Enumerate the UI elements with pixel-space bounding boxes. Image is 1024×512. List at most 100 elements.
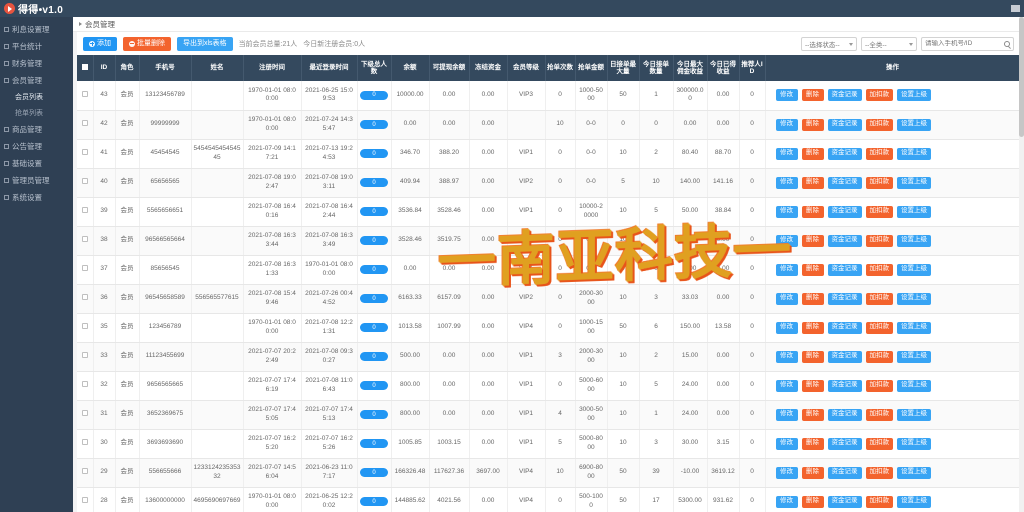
- set-parent-button[interactable]: 设置上级: [897, 466, 931, 479]
- type-select[interactable]: --全类--: [861, 36, 917, 51]
- row-checkbox-cell[interactable]: [77, 371, 94, 401]
- sidebar-item-finance[interactable]: 财务管理: [0, 55, 73, 72]
- sidebar-item-announcement[interactable]: 公告管理: [0, 138, 73, 155]
- adjust-balance-button[interactable]: 加扣款: [865, 118, 893, 131]
- row-checkbox-cell[interactable]: [77, 313, 94, 343]
- row-checkbox-cell[interactable]: [77, 487, 94, 512]
- adjust-balance-button[interactable]: 加扣款: [865, 205, 893, 218]
- sidebar-item-grab-list[interactable]: 抢单列表: [0, 105, 73, 121]
- sidebar-item-product[interactable]: 商品管理: [0, 121, 73, 138]
- search-box[interactable]: [921, 36, 1014, 51]
- adjust-balance-button[interactable]: 加扣款: [865, 234, 893, 247]
- adjust-balance-button[interactable]: 加扣款: [865, 321, 893, 334]
- sidebar-item-interest[interactable]: 利息设置理: [0, 21, 73, 38]
- export-xls-button[interactable]: 导出到xls表格: [177, 36, 233, 51]
- search-input[interactable]: [925, 40, 1003, 47]
- delete-button[interactable]: 删除: [801, 495, 824, 508]
- delete-button[interactable]: 删除: [801, 176, 824, 189]
- row-checkbox[interactable]: [81, 351, 88, 358]
- adjust-balance-button[interactable]: 加扣款: [865, 379, 893, 392]
- edit-button[interactable]: 修改: [775, 321, 798, 334]
- row-checkbox[interactable]: [81, 496, 88, 503]
- delete-button[interactable]: 删除: [801, 205, 824, 218]
- row-checkbox-cell[interactable]: [77, 458, 94, 488]
- set-parent-button[interactable]: 设置上级: [897, 321, 931, 334]
- set-parent-button[interactable]: 设置上级: [897, 147, 931, 160]
- set-parent-button[interactable]: 设置上级: [897, 89, 931, 102]
- row-checkbox[interactable]: [81, 235, 88, 242]
- row-checkbox-cell[interactable]: [77, 110, 94, 140]
- fund-record-button[interactable]: 资金记录: [827, 263, 862, 276]
- fund-record-button[interactable]: 资金记录: [827, 176, 862, 189]
- adjust-balance-button[interactable]: 加扣款: [865, 466, 893, 479]
- row-checkbox[interactable]: [81, 293, 88, 300]
- fund-record-button[interactable]: 资金记录: [827, 147, 862, 160]
- delete-button[interactable]: 删除: [801, 89, 824, 102]
- row-checkbox[interactable]: [81, 119, 88, 126]
- row-checkbox-cell[interactable]: [77, 284, 94, 314]
- edit-button[interactable]: 修改: [775, 118, 798, 131]
- edit-button[interactable]: 修改: [775, 495, 798, 508]
- delete-button[interactable]: 删除: [801, 466, 824, 479]
- row-checkbox[interactable]: [81, 148, 88, 155]
- fund-record-button[interactable]: 资金记录: [827, 350, 862, 363]
- row-checkbox-cell[interactable]: [77, 139, 94, 169]
- row-checkbox[interactable]: [81, 409, 88, 416]
- adjust-balance-button[interactable]: 加扣款: [865, 495, 893, 508]
- adjust-balance-button[interactable]: 加扣款: [865, 350, 893, 363]
- batch-delete-button[interactable]: 批量删除: [123, 36, 171, 51]
- fund-record-button[interactable]: 资金记录: [827, 234, 862, 247]
- delete-button[interactable]: 删除: [801, 263, 824, 276]
- sidebar-item-basic-settings[interactable]: 基础设置: [0, 155, 73, 172]
- row-checkbox-cell[interactable]: [77, 429, 94, 459]
- edit-button[interactable]: 修改: [775, 234, 798, 247]
- row-checkbox[interactable]: [81, 264, 88, 271]
- row-checkbox-cell[interactable]: [77, 197, 94, 227]
- row-checkbox[interactable]: [81, 90, 88, 97]
- delete-button[interactable]: 删除: [801, 408, 824, 421]
- row-checkbox[interactable]: [81, 380, 88, 387]
- select-all-checkbox-icon[interactable]: [81, 63, 88, 70]
- fund-record-button[interactable]: 资金记录: [827, 321, 862, 334]
- fund-record-button[interactable]: 资金记录: [827, 408, 862, 421]
- sidebar-item-admin[interactable]: 管理员管理: [0, 172, 73, 189]
- set-parent-button[interactable]: 设置上级: [897, 437, 931, 450]
- adjust-balance-button[interactable]: 加扣款: [865, 176, 893, 189]
- add-button[interactable]: 添加: [83, 36, 117, 51]
- fund-record-button[interactable]: 资金记录: [827, 437, 862, 450]
- delete-button[interactable]: 删除: [801, 437, 824, 450]
- set-parent-button[interactable]: 设置上级: [897, 495, 931, 508]
- adjust-balance-button[interactable]: 加扣款: [865, 89, 893, 102]
- brand-logo[interactable]: 得得•v1.0: [0, 1, 63, 16]
- edit-button[interactable]: 修改: [775, 408, 798, 421]
- search-icon[interactable]: [1004, 40, 1010, 47]
- delete-button[interactable]: 删除: [801, 118, 824, 131]
- row-checkbox-cell[interactable]: [77, 342, 94, 372]
- set-parent-button[interactable]: 设置上级: [897, 350, 931, 363]
- set-parent-button[interactable]: 设置上级: [897, 408, 931, 421]
- fund-record-button[interactable]: 资金记录: [827, 89, 862, 102]
- edit-button[interactable]: 修改: [775, 466, 798, 479]
- row-checkbox-cell[interactable]: [77, 255, 94, 285]
- edit-button[interactable]: 修改: [775, 89, 798, 102]
- set-parent-button[interactable]: 设置上级: [897, 176, 931, 189]
- edit-button[interactable]: 修改: [775, 263, 798, 276]
- row-checkbox[interactable]: [81, 177, 88, 184]
- adjust-balance-button[interactable]: 加扣款: [865, 408, 893, 421]
- row-checkbox-cell[interactable]: [77, 226, 94, 256]
- vertical-scrollbar[interactable]: [1019, 17, 1024, 512]
- delete-button[interactable]: 删除: [801, 350, 824, 363]
- adjust-balance-button[interactable]: 加扣款: [865, 437, 893, 450]
- edit-button[interactable]: 修改: [775, 176, 798, 189]
- sidebar-item-platform-stats[interactable]: 平台统计: [0, 38, 73, 55]
- fund-record-button[interactable]: 资金记录: [827, 379, 862, 392]
- adjust-balance-button[interactable]: 加扣款: [865, 263, 893, 276]
- fund-record-button[interactable]: 资金记录: [827, 205, 862, 218]
- edit-button[interactable]: 修改: [775, 350, 798, 363]
- row-checkbox-cell[interactable]: [77, 400, 94, 430]
- edit-button[interactable]: 修改: [775, 292, 798, 305]
- row-checkbox[interactable]: [81, 322, 88, 329]
- row-checkbox[interactable]: [81, 206, 88, 213]
- sidebar-item-system-settings[interactable]: 系统设置: [0, 189, 73, 206]
- delete-button[interactable]: 删除: [801, 379, 824, 392]
